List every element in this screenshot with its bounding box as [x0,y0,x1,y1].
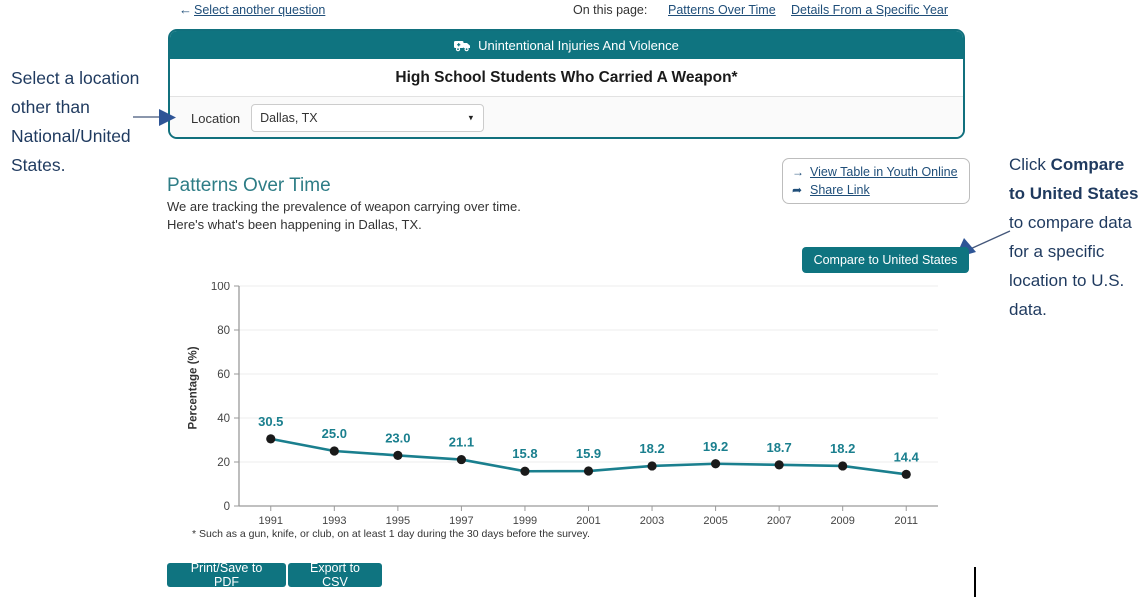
section-description-line2: Here's what's been happening in Dallas, … [167,216,521,234]
link-patterns-over-time[interactable]: Patterns Over Time [668,3,776,17]
annotation-arrow-left [133,104,178,130]
chart-y-tick-label: 80 [217,325,230,337]
chart-data-label: 23.0 [385,430,410,445]
patterns-over-time-chart: Percentage (%) 0 20 40 60 80 100 1991 1993 1995 1… [167,282,957,527]
chart-x-tick-label: 1995 [386,515,410,527]
view-table-row[interactable]: → View Table in Youth Online [792,163,969,181]
chart-y-tick-label: 40 [217,413,230,425]
export-to-csv-button[interactable]: Export to CSV [288,563,382,587]
print-save-to-pdf-button[interactable]: Print/Save to PDF [167,563,286,587]
on-this-page-label: On this page: [573,3,647,17]
chart-x-tick-label: 2005 [703,515,727,527]
card-header: Unintentional Injuries And Violence [170,31,963,59]
annotation-compare-to-us: Click Compare to United States to compar… [1009,150,1145,324]
actions-linkbox: → View Table in Youth Online ➦ Share Lin… [782,158,970,204]
top-navigation-bar: ←Select another question On this page: P… [0,0,1145,22]
chart-data-point[interactable] [711,459,720,468]
link-details-from-a-specific-year[interactable]: Details From a Specific Year [791,3,948,17]
chart-data-label: 18.2 [830,441,855,456]
chart-data-point[interactable] [647,461,656,470]
chart-x-tick-label: 2011 [894,515,918,527]
text-cursor [974,567,976,597]
card-controls-row: Location Dallas, TX ▾ [170,97,963,139]
compare-to-united-states-button[interactable]: Compare to United States [802,247,969,273]
section-description: We are tracking the prevalence of weapon… [167,198,521,234]
location-selected-value: Dallas, TX [260,111,317,125]
section-description-line1: We are tracking the prevalence of weapon… [167,198,521,216]
chart-footnote: * Such as a gun, knife, or club, on at l… [192,528,590,540]
ambulance-icon [454,39,471,52]
chevron-down-icon: ▾ [469,113,474,124]
chart-data-point[interactable] [393,451,402,460]
share-icon: ➦ [792,183,805,197]
question-title: High School Students Who Carried A Weapo… [170,59,963,97]
chart-y-tick-label: 100 [211,282,230,293]
select-another-question-label: Select another question [194,3,325,17]
card-header-title: Unintentional Injuries And Violence [478,38,679,53]
chart-data-point[interactable] [266,434,275,443]
chart-data-label: 25.0 [322,426,347,441]
chart-data-label: 15.8 [512,446,537,461]
chart-data-label: 14.4 [894,449,920,464]
chart-data-label: 15.9 [576,446,601,461]
back-arrow-icon: ← [179,2,192,17]
chart-y-tick-label: 0 [224,501,230,513]
select-another-question-link[interactable]: ←Select another question [179,2,325,17]
chart-data-point[interactable] [457,455,466,464]
view-table-in-youth-online-link[interactable]: View Table in Youth Online [810,165,958,179]
chart-data-point[interactable] [330,446,339,455]
share-link-row[interactable]: ➦ Share Link [792,181,969,199]
chart-x-tick-label: 2001 [576,515,600,527]
chart-y-tick-label: 20 [217,457,230,469]
chart-y-axis-label: Percentage (%) [188,346,200,429]
chart-data-point[interactable] [775,460,784,469]
chart-data-point[interactable] [584,466,593,475]
question-card: Unintentional Injuries And Violence High… [168,29,965,139]
chart-data-point[interactable] [902,470,911,479]
chart-data-point[interactable] [838,461,847,470]
chart-x-tick-label: 2007 [767,515,791,527]
chart-x-tick-label: 1997 [449,515,473,527]
chart-data-label: 19.2 [703,439,728,454]
chart-x-tick-label: 1993 [322,515,346,527]
annotation-right-prefix: Click [1009,155,1051,174]
chart-canvas: 0 20 40 60 80 100 1991 1993 1995 1997 1999 2001 2003… [167,282,957,527]
annotation-right-suffix: to compare data for a specific location … [1009,213,1132,319]
location-select[interactable]: Dallas, TX ▾ [251,104,484,132]
chart-x-tick-label: 1999 [513,515,537,527]
chart-x-tick-label: 1991 [259,515,283,527]
location-label: Location [191,111,240,126]
chart-x-tick-label: 2003 [640,515,664,527]
chart-x-tick-label: 2009 [830,515,854,527]
chart-y-tick-label: 60 [217,369,230,381]
chart-data-label: 21.1 [449,435,474,450]
arrow-right-icon: → [792,165,805,179]
section-title-patterns-over-time: Patterns Over Time [167,175,331,197]
chart-data-label: 18.7 [766,440,791,455]
chart-data-label: 30.5 [258,414,283,429]
share-link[interactable]: Share Link [810,183,870,197]
chart-data-label: 18.2 [639,441,664,456]
chart-data-point[interactable] [520,467,529,476]
